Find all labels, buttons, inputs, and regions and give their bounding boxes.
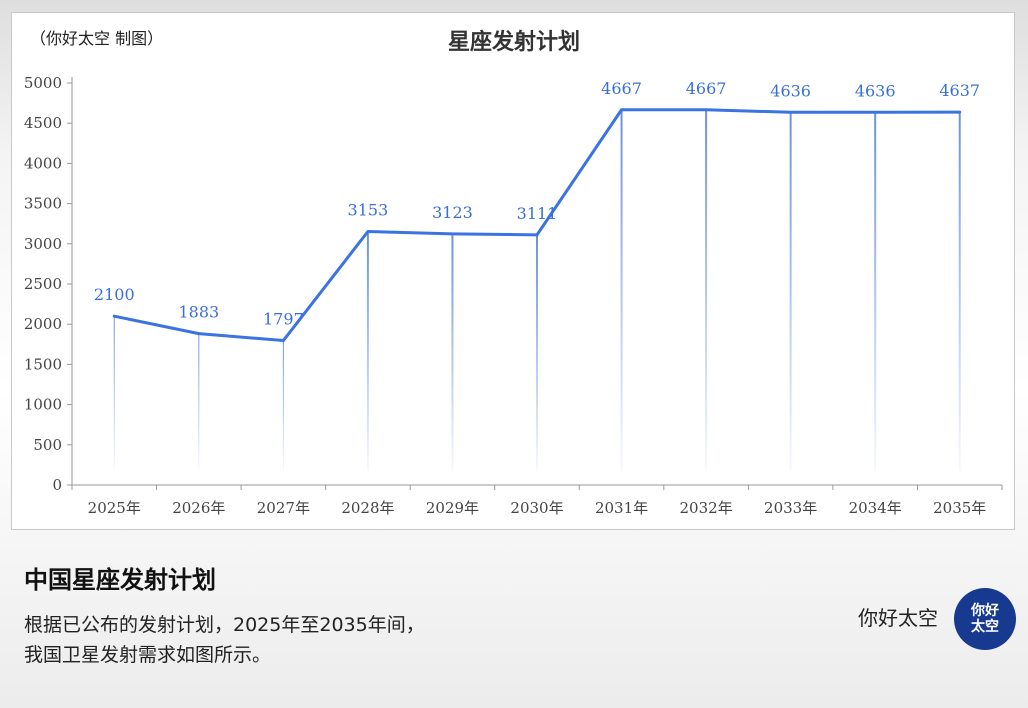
drop-lines	[113, 109, 961, 472]
caption-line-2: 我国卫星发射需求如图所示。	[24, 644, 272, 666]
x-tick-label: 2030年	[510, 499, 563, 517]
data-label: 3153	[348, 200, 389, 219]
y-tick-label: 4500	[24, 114, 62, 132]
x-tick-label: 2033年	[764, 499, 817, 517]
x-axis: 2025年 2026年 2027年 2028年 2029年 2030年 2031年 2032年…	[71, 484, 1003, 517]
drop-line	[536, 234, 538, 471]
data-label: 2100	[94, 285, 135, 304]
y-axis: 0 500 1000 1500 2000 2500 3000 3500 4000 4500 5000	[24, 74, 73, 494]
drop-line	[789, 112, 792, 472]
data-label: 4637	[939, 81, 980, 100]
data-label: 3111	[517, 204, 558, 223]
brand-logo-icon: 你好 太空	[954, 588, 1016, 650]
data-label: 1883	[178, 303, 219, 322]
drop-line	[451, 233, 454, 471]
y-tick-label: 3500	[24, 195, 62, 213]
chart-credit: （你好太空 制图）	[30, 29, 163, 48]
y-tick-label: 0	[52, 476, 62, 494]
chart-panel: （你好太空 制图） 星座发射计划 0 500 1000 1500 2000 2500 300…	[11, 12, 1015, 530]
data-label: 4667	[686, 79, 727, 98]
x-tick-label: 2025年	[88, 499, 141, 517]
y-tick-label: 2500	[24, 275, 62, 293]
x-tick-label: 2034年	[849, 499, 902, 517]
brand-name: 你好太空	[858, 606, 938, 630]
y-tick-label: 500	[33, 436, 62, 454]
x-tick-label: 2032年	[679, 499, 732, 517]
drop-line	[366, 231, 369, 471]
drop-line	[705, 109, 708, 472]
y-tick-label: 3000	[24, 235, 62, 253]
caption-line-1: 根据已公布的发射计划，2025年至2035年间，	[24, 614, 425, 636]
brand-logo-text-bottom: 太空	[971, 619, 999, 635]
data-label: 4636	[855, 81, 896, 100]
x-tick-label: 2027年	[257, 499, 310, 517]
chart-title: 星座发射计划	[448, 29, 580, 55]
line-chart: （你好太空 制图） 星座发射计划 0 500 1000 1500 2000 2500 300…	[24, 29, 1003, 517]
x-tick-label: 2029年	[426, 499, 479, 517]
x-tick-label: 2035年	[933, 499, 986, 517]
data-label: 1797	[263, 310, 304, 329]
data-label: 4667	[601, 79, 642, 98]
data-label: 4636	[770, 81, 811, 100]
drop-line	[620, 109, 623, 472]
y-tick-label: 5000	[24, 74, 62, 92]
y-tick-label: 1500	[24, 355, 62, 373]
drop-line	[874, 112, 877, 472]
drop-line	[113, 316, 115, 471]
x-tick-label: 2026年	[172, 499, 225, 517]
x-tick-label: 2028年	[341, 499, 394, 517]
drop-line	[282, 340, 284, 471]
data-label: 3123	[432, 203, 473, 222]
y-tick-label: 2000	[24, 315, 62, 333]
caption-title: 中国星座发射计划	[24, 566, 216, 594]
y-tick-label: 1000	[24, 396, 62, 414]
drop-line	[198, 333, 200, 471]
x-tick-label: 2031年	[595, 499, 648, 517]
y-tick-label: 4000	[24, 154, 62, 172]
brand-logo-text-top: 你好	[971, 603, 999, 619]
drop-line	[958, 112, 961, 471]
